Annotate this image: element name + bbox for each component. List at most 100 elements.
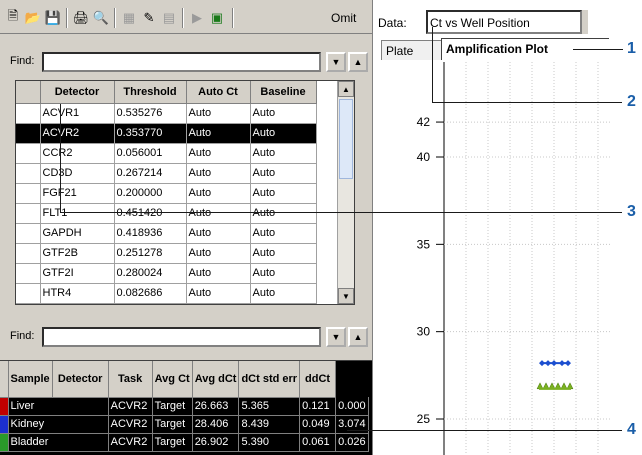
row-header[interactable] xyxy=(16,243,41,264)
table-cell[interactable]: 0.056001 xyxy=(114,143,187,164)
table-cell[interactable]: Auto xyxy=(250,143,317,164)
table-row[interactable]: CCR2 0.056001 Auto Auto xyxy=(16,143,317,164)
col-header-dct-std-err[interactable]: dCt std err xyxy=(238,361,301,398)
detector-find-input[interactable] xyxy=(42,52,321,72)
table-cell[interactable]: FLT1 xyxy=(40,203,115,224)
row-header[interactable] xyxy=(16,223,41,244)
save-icon[interactable]: 💾 xyxy=(44,9,62,27)
new-icon[interactable]: 🗎 xyxy=(4,8,22,27)
table-cell[interactable]: Auto xyxy=(250,263,317,284)
table-row[interactable]: ACVR20.353770AutoAuto xyxy=(16,123,317,144)
table-cell[interactable]: Liver xyxy=(8,397,109,416)
table-cell[interactable]: 0.049 xyxy=(299,415,337,434)
grid-icon[interactable]: ▤ xyxy=(160,9,178,27)
table-cell[interactable]: Target xyxy=(152,433,193,452)
row-header[interactable] xyxy=(16,283,41,304)
table-cell[interactable]: 0.251278 xyxy=(114,243,187,264)
table-row[interactable]: FLT1 0.451420 Auto Auto xyxy=(16,203,317,224)
table-cell[interactable]: GAPDH xyxy=(40,223,115,244)
table-cell[interactable]: GTF2I xyxy=(40,263,115,284)
table-cell[interactable]: 5.390 xyxy=(238,433,301,452)
table-cell[interactable]: ACVR2 xyxy=(108,433,153,452)
row-header[interactable] xyxy=(16,123,41,144)
row-header[interactable] xyxy=(16,163,41,184)
col-header-sample[interactable]: Sample xyxy=(8,361,53,398)
col-header-auto-ct[interactable]: Auto Ct xyxy=(186,81,251,104)
row-header[interactable] xyxy=(16,203,41,224)
table-cell[interactable]: Auto xyxy=(186,163,251,184)
table-cell[interactable]: 0.535276 xyxy=(114,103,187,124)
table-row[interactable]: Kidney ACVR2 Target 28.406 8.439 0.049 3.074 xyxy=(0,415,369,434)
print-preview-icon[interactable]: 🔍 xyxy=(92,9,110,27)
edit-icon[interactable]: ✎ xyxy=(140,9,158,27)
group-icon[interactable]: ▦ xyxy=(120,9,138,27)
col-header-avg-ct[interactable]: Avg Ct xyxy=(152,361,193,398)
table-cell[interactable]: Auto xyxy=(250,223,317,244)
table-cell[interactable]: Auto xyxy=(250,203,317,224)
col-header-avg-dct[interactable]: Avg dCt xyxy=(192,361,240,398)
table-cell[interactable]: 0.353770 xyxy=(114,123,187,144)
col-header-baseline[interactable]: Baseline xyxy=(250,81,317,104)
table-cell[interactable]: CCR2 xyxy=(40,143,115,164)
table-cell[interactable]: 28.406 xyxy=(192,415,240,434)
table-cell[interactable]: 0.082686 xyxy=(114,283,187,304)
col-header-detector[interactable]: Detector xyxy=(52,361,109,398)
table-cell[interactable]: Auto xyxy=(186,243,251,264)
table-cell[interactable]: Kidney xyxy=(8,415,109,434)
table-cell[interactable]: 8.439 xyxy=(238,415,301,434)
table-row[interactable]: GTF2I 0.280024 Auto Auto xyxy=(16,263,317,284)
row-header[interactable] xyxy=(16,183,41,204)
table-cell[interactable]: 0.418936 xyxy=(114,223,187,244)
col-header-task[interactable]: Task xyxy=(108,361,153,398)
table-cell[interactable]: 0.061 xyxy=(299,433,337,452)
table-row[interactable]: HTR4 0.082686 Auto Auto xyxy=(16,283,317,304)
table-cell[interactable]: Auto xyxy=(186,263,251,284)
table-row[interactable]: CD3D 0.267214 Auto Auto xyxy=(16,163,317,184)
table-row[interactable]: Liver ACVR2 Target 26.663 5.365 0.121 0.000 xyxy=(0,397,369,416)
data-selector[interactable]: Ct vs Well Position xyxy=(426,10,582,34)
col-header-detector[interactable]: Detector xyxy=(40,81,115,104)
table-cell[interactable]: Auto xyxy=(250,163,317,184)
table-cell[interactable]: FGF21 xyxy=(40,183,115,204)
table-cell[interactable]: ACVR2 xyxy=(40,123,115,144)
table-row[interactable]: GTF2B 0.251278 Auto Auto xyxy=(16,243,317,264)
table-cell[interactable]: HTR4 xyxy=(40,283,115,304)
dropdown-arrow-icon[interactable]: ▼ xyxy=(326,52,346,72)
data-selector-scroll[interactable] xyxy=(582,10,588,34)
table-cell[interactable]: Target xyxy=(152,415,193,434)
col-header-ddct[interactable]: ddCt xyxy=(299,361,337,398)
table-cell[interactable]: Auto xyxy=(250,243,317,264)
table-cell[interactable]: Auto xyxy=(186,203,251,224)
table-cell[interactable]: 0.451420 xyxy=(114,203,187,224)
omit-button[interactable]: Omit xyxy=(328,10,372,28)
find-up-icon[interactable]: ▲ xyxy=(348,327,368,347)
table-cell[interactable]: 5.365 xyxy=(238,397,301,416)
table-cell[interactable]: Target xyxy=(152,397,193,416)
scroll-down-icon[interactable]: ▼ xyxy=(338,288,354,304)
table-cell[interactable]: GTF2B xyxy=(40,243,115,264)
table-cell[interactable]: Auto xyxy=(250,183,317,204)
table-cell[interactable]: ACVR2 xyxy=(108,415,153,434)
table-cell[interactable]: 0.121 xyxy=(299,397,337,416)
export-icon[interactable]: ▣ xyxy=(208,9,226,27)
row-header[interactable] xyxy=(16,263,41,284)
table-cell[interactable]: ACVR1 xyxy=(40,103,115,124)
table-cell[interactable]: Auto xyxy=(186,103,251,124)
table-cell[interactable]: 0.200000 xyxy=(114,183,187,204)
table-row[interactable]: Bladder ACVR2 Target 26.902 5.390 0.061 0.026 xyxy=(0,433,369,452)
table-row[interactable]: GAPDH 0.418936 Auto Auto xyxy=(16,223,317,244)
row-header[interactable] xyxy=(16,103,41,124)
dropdown-arrow-icon[interactable]: ▼ xyxy=(326,327,346,347)
print-icon[interactable]: 🖨 xyxy=(72,9,90,27)
amplification-plot[interactable]: 42 40 35 30 25 xyxy=(378,62,610,455)
sample-find-input[interactable] xyxy=(42,327,321,347)
table-cell[interactable]: Auto xyxy=(250,283,317,304)
table-cell[interactable]: 26.902 xyxy=(192,433,240,452)
table-cell[interactable]: Auto xyxy=(186,223,251,244)
table-cell[interactable]: 26.663 xyxy=(192,397,240,416)
row-header[interactable] xyxy=(16,143,41,164)
table-cell[interactable]: Auto xyxy=(186,183,251,204)
table-cell[interactable]: Auto xyxy=(250,103,317,124)
find-up-icon[interactable]: ▲ xyxy=(348,52,368,72)
table-cell[interactable]: 0.000 xyxy=(335,397,369,416)
